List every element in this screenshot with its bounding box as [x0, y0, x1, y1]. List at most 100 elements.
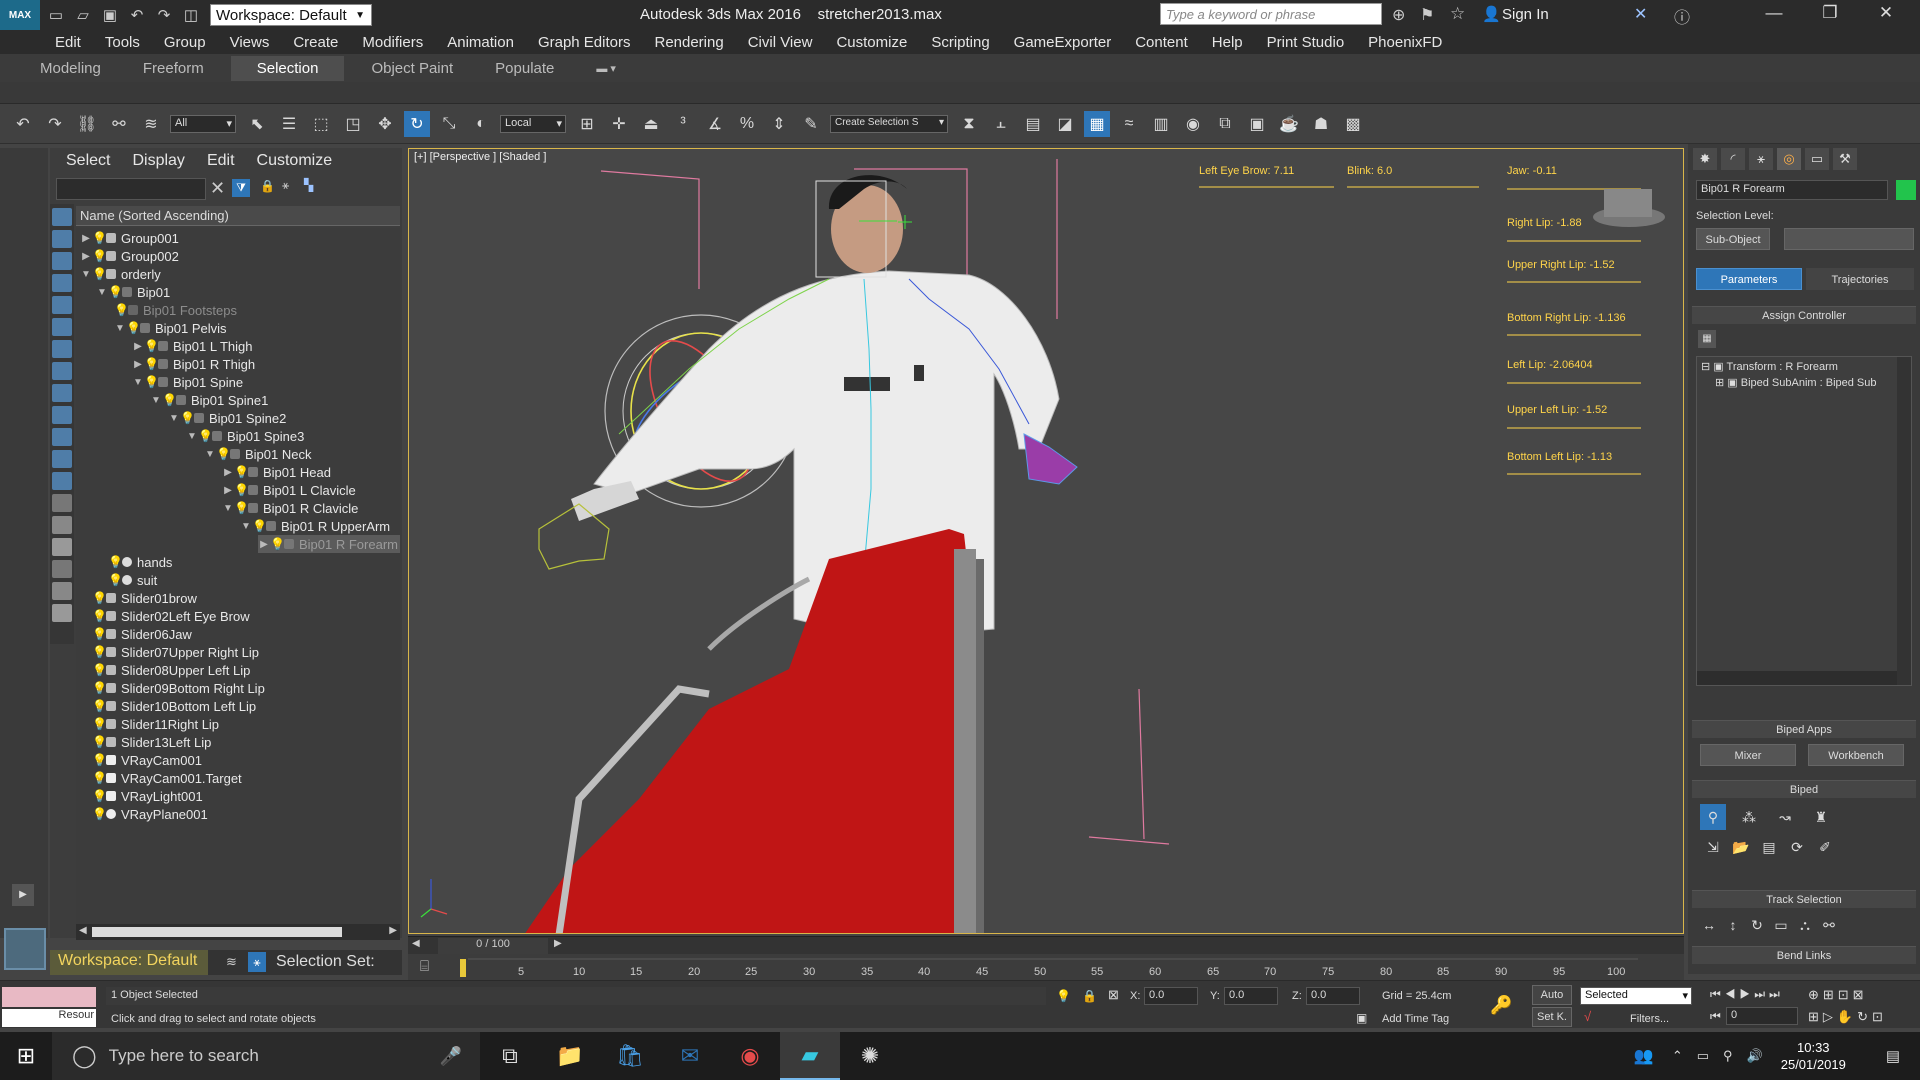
column-header-name[interactable]: Name (Sorted Ascending): [76, 206, 400, 226]
visibility-bulb-icon[interactable]: 💡: [92, 772, 107, 784]
body-rotation-icon[interactable]: ↻: [1744, 912, 1770, 938]
favorites-star-icon[interactable]: ☆: [1450, 4, 1465, 24]
explorer-horizontal-scrollbar[interactable]: ◀ ▶: [76, 924, 400, 940]
collapse-icon[interactable]: ▼: [222, 503, 234, 514]
tree-row[interactable]: 💡 Slider13Left Lip: [80, 733, 211, 751]
rendered-frame-icon[interactable]: ▣: [1244, 111, 1270, 137]
visibility-bulb-icon[interactable]: 💡: [92, 250, 107, 262]
z-coordinate-field[interactable]: 0.0: [1306, 987, 1360, 1005]
maximize-button[interactable]: ❐: [1810, 3, 1850, 27]
play-icon[interactable]: ▶: [12, 884, 34, 906]
notifications-icon[interactable]: ▤: [1886, 1047, 1900, 1065]
visibility-bulb-icon[interactable]: 💡: [108, 286, 123, 298]
tree-row[interactable]: 💡 Slider10Bottom Left Lip: [80, 697, 256, 715]
scene-search-input[interactable]: [56, 178, 206, 200]
select-move-icon[interactable]: ✥: [372, 111, 398, 137]
visibility-bulb-icon[interactable]: 💡: [162, 394, 177, 406]
visibility-bulb-icon[interactable]: 💡: [92, 736, 107, 748]
tree-row[interactable]: ▼ 💡 Bip01 Spine3: [186, 427, 304, 445]
tree-row[interactable]: 💡 VRayLight001: [80, 787, 203, 805]
display-spacewarps-icon[interactable]: [52, 340, 72, 358]
visibility-bulb-icon[interactable]: 💡: [92, 628, 107, 640]
display-none-icon[interactable]: [52, 494, 72, 512]
visibility-bulb-icon[interactable]: 💡: [92, 718, 107, 730]
figure-mode-icon[interactable]: ⚲: [1700, 804, 1726, 830]
key-mode-toggle-icon[interactable]: ⏮: [1710, 1009, 1721, 1024]
tree-row[interactable]: 💡 VRayCam001.Target: [80, 769, 242, 787]
clock[interactable]: 10:33 25/01/2019: [1781, 1039, 1846, 1073]
snaps-toggle-icon[interactable]: ³: [670, 111, 696, 137]
visibility-bulb-icon[interactable]: 💡: [92, 268, 107, 280]
material-editor-icon[interactable]: ◉: [1180, 111, 1206, 137]
tree-row[interactable]: ▼ 💡 Bip01: [96, 283, 170, 301]
layers-toggle-icon[interactable]: ≋: [226, 954, 237, 970]
biped-apps-rollout[interactable]: Biped Apps: [1692, 720, 1916, 738]
visibility-bulb-icon[interactable]: 💡: [92, 232, 107, 244]
tree-row[interactable]: ▼ 💡 orderly: [80, 265, 161, 283]
tree-row[interactable]: ▼ 💡 Bip01 R Clavicle: [222, 499, 358, 517]
object-name-field[interactable]: Bip01 R Forearm: [1696, 180, 1888, 200]
display-bones-icon[interactable]: [52, 406, 72, 424]
select-by-name-icon[interactable]: ☰: [276, 111, 302, 137]
save-file-icon[interactable]: ▤: [1756, 834, 1782, 860]
tree-row[interactable]: 💡 Slider02Left Eye Brow: [80, 607, 250, 625]
add-time-tag[interactable]: Add Time Tag: [1382, 1013, 1449, 1025]
key-icon[interactable]: 🔑: [1490, 995, 1512, 1016]
display-children-icon[interactable]: [52, 538, 72, 556]
display-tab-icon[interactable]: ▭: [1805, 148, 1829, 170]
tree-row[interactable]: 💡 VRayCam001: [80, 751, 202, 769]
window-crossing-icon[interactable]: ◳: [340, 111, 366, 137]
menu-help[interactable]: Help: [1212, 34, 1243, 51]
visibility-bulb-icon[interactable]: 💡: [144, 340, 159, 352]
tree-row[interactable]: 💡 Bip01 Footsteps: [114, 301, 237, 319]
visibility-bulb-icon[interactable]: 💡: [144, 376, 159, 388]
exchange-apps-icon[interactable]: ✕: [1634, 4, 1647, 24]
tab-populate[interactable]: Populate: [480, 56, 569, 81]
visibility-bulb-icon[interactable]: 💡: [234, 466, 249, 478]
tab-modeling[interactable]: Modeling: [25, 56, 116, 81]
time-slider-thumb[interactable]: 0 / 100: [438, 938, 548, 954]
close-button[interactable]: ✕: [1866, 3, 1906, 27]
people-icon[interactable]: 👥: [1634, 1046, 1654, 1066]
layers-icon[interactable]: ▚: [304, 178, 313, 192]
assign-controller-rollout[interactable]: Assign Controller: [1692, 306, 1916, 324]
workbench-button[interactable]: Workbench: [1808, 744, 1904, 766]
next-frame-icon[interactable]: ▶: [554, 938, 562, 949]
visibility-bulb-icon[interactable]: 💡: [234, 502, 249, 514]
collapse-icon[interactable]: ▼: [80, 269, 92, 280]
reference-coord-dropdown[interactable]: Local ▾: [500, 114, 566, 133]
expand-icon[interactable]: ▶: [80, 233, 92, 244]
lock-cog-icon[interactable]: ▭: [1768, 912, 1794, 938]
hierarchy-toggle-icon[interactable]: ⚹: [248, 952, 266, 972]
rectangular-selection-icon[interactable]: ⬚: [308, 111, 334, 137]
place-icon[interactable]: ◐: [468, 111, 494, 137]
collapse-icon[interactable]: ▼: [150, 395, 162, 406]
collapse-icon[interactable]: ▼: [114, 323, 126, 334]
footstep-mode-icon[interactable]: ⁂: [1736, 804, 1762, 830]
collapse-icon[interactable]: ▼: [240, 521, 252, 532]
display-helpers-icon[interactable]: [52, 318, 72, 336]
biped-playback-icon[interactable]: ⇲: [1700, 834, 1726, 860]
mini-curve-editor-icon[interactable]: ⌸: [420, 958, 429, 975]
se-menu-edit[interactable]: Edit: [207, 152, 235, 170]
tree-row[interactable]: 💡 VRayPlane001: [80, 805, 208, 823]
isolate-selection-icon[interactable]: 💡: [1056, 989, 1071, 1003]
load-file-icon[interactable]: 📂: [1728, 834, 1754, 860]
visibility-bulb-icon[interactable]: 💡: [92, 592, 107, 604]
render-iterative-icon[interactable]: ☗: [1308, 111, 1334, 137]
collapse-icon[interactable]: ▼: [132, 377, 144, 388]
tab-object-paint[interactable]: Object Paint: [356, 56, 468, 81]
pivot-center-icon[interactable]: ⊞: [574, 111, 600, 137]
selection-filter-dropdown[interactable]: All ▾: [170, 114, 236, 133]
expand-icon[interactable]: ▶: [222, 467, 234, 478]
key-filter-dropdown[interactable]: Selected ▾: [1580, 987, 1692, 1005]
tree-row[interactable]: ▼ 💡 Bip01 R UpperArm: [240, 517, 390, 535]
battery-icon[interactable]: ▭: [1697, 1048, 1709, 1064]
time-slider[interactable]: ◀ 0 / 100 ▶: [408, 936, 1684, 954]
display-groups-icon[interactable]: [52, 362, 72, 380]
menu-group[interactable]: Group: [164, 34, 206, 51]
track-selection-rollout[interactable]: Track Selection: [1692, 890, 1916, 908]
visibility-bulb-icon[interactable]: 💡: [92, 754, 107, 766]
invert-display-icon[interactable]: [52, 516, 72, 534]
expand-icon[interactable]: ▶: [222, 485, 234, 496]
